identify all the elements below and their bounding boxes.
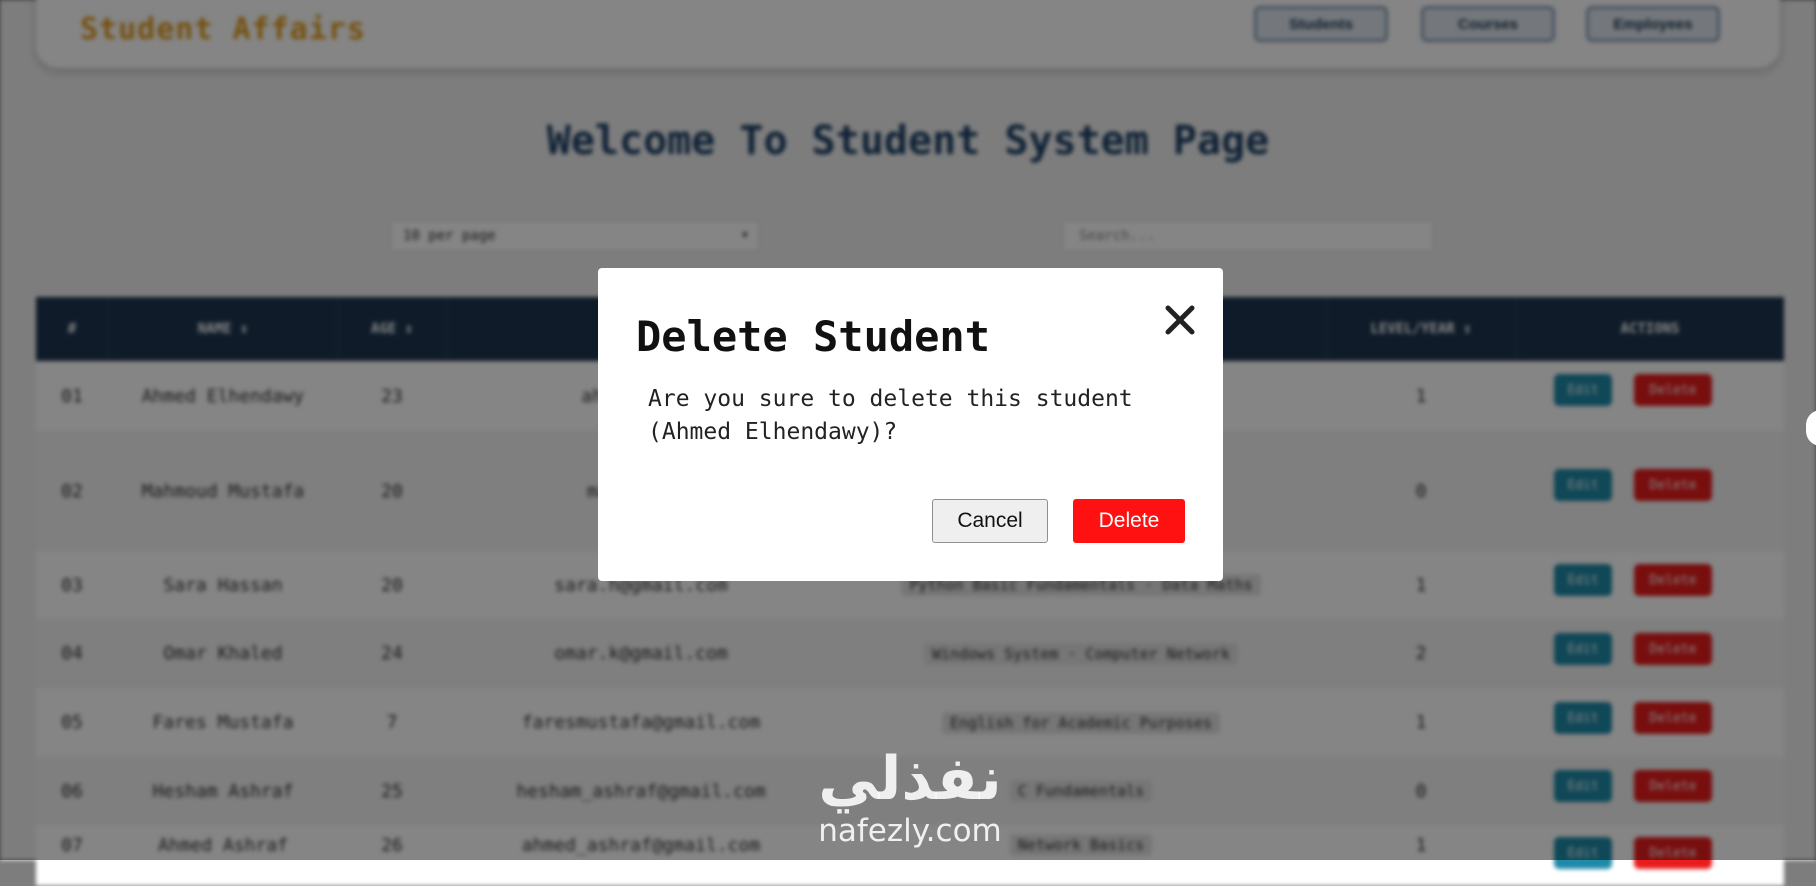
- delete-student-dialog: Delete Student Are you sure to delete th…: [598, 268, 1223, 581]
- watermark: نفذلي nafezly.com: [790, 745, 1030, 849]
- close-icon: [1165, 305, 1195, 339]
- watermark-arabic: نفذلي: [818, 744, 1002, 814]
- close-button[interactable]: [1160, 302, 1200, 342]
- cancel-button[interactable]: Cancel: [932, 499, 1048, 543]
- dialog-title: Delete Student: [636, 312, 991, 361]
- confirm-delete-button[interactable]: Delete: [1073, 499, 1185, 543]
- dialog-message: Are you sure to delete this student (Ahm…: [648, 386, 1133, 445]
- watermark-url: nafezly.com: [818, 813, 1002, 849]
